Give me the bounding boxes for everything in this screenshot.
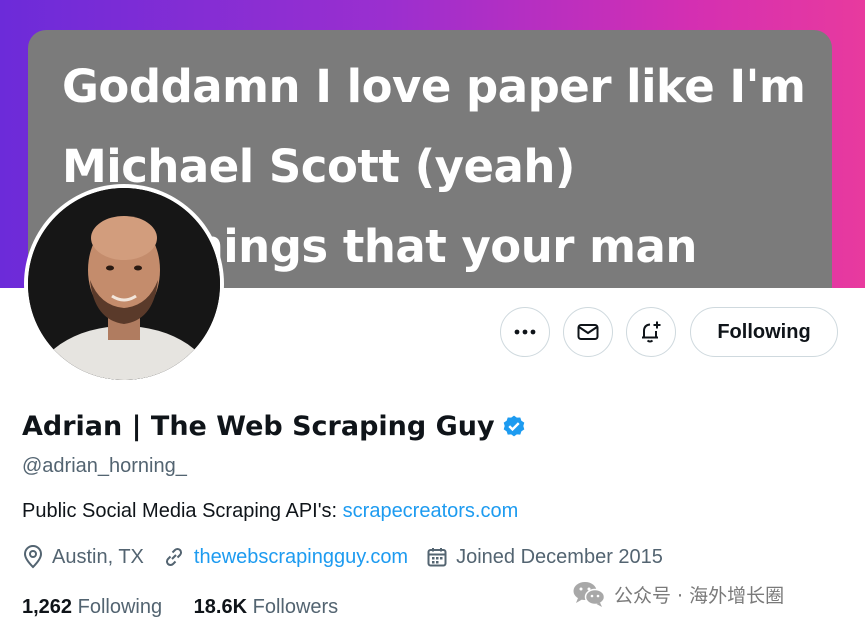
- following-count: 1,262: [22, 596, 73, 618]
- followers-count: 18.6K: [193, 596, 248, 618]
- verified-badge-icon: [503, 415, 524, 436]
- calendar-icon: [427, 548, 447, 567]
- bio-link[interactable]: scrapecreators.com: [343, 500, 519, 522]
- user-handle: @adrian_horning_: [22, 455, 187, 477]
- location-item: Austin, TX: [22, 545, 144, 569]
- profile-bio: Public Social Media Scraping API's: scra…: [22, 500, 518, 523]
- more-icon: [514, 329, 536, 335]
- following-label: Following: [77, 596, 163, 618]
- message-button[interactable]: [563, 307, 613, 357]
- website-link[interactable]: thewebscrapingguy.com: [194, 546, 408, 569]
- profile-avatar[interactable]: [24, 184, 224, 384]
- avatar-photo: [28, 188, 220, 380]
- joined-item: Joined December 2015: [426, 546, 663, 569]
- wechat-icon: [573, 582, 606, 607]
- followers-label: Followers: [252, 596, 339, 618]
- more-button[interactable]: [500, 307, 550, 357]
- profile-stats: 1,262 Following 18.6K Followers: [22, 596, 364, 619]
- watermark-text: 公众号 · 海外增长圈: [614, 584, 785, 607]
- watermark: 公众号 · 海外增长圈: [572, 580, 784, 608]
- link-icon: [165, 547, 182, 567]
- avatar-portrait: [28, 188, 220, 380]
- followers-stat[interactable]: 18.6K Followers: [194, 596, 339, 618]
- joined-text: Joined December 2015: [456, 545, 663, 568]
- profile-meta: Austin, TX thewebscrapingguy.com Joined …: [22, 545, 681, 569]
- following-stat[interactable]: 1,262 Following: [22, 596, 162, 618]
- location-text: Austin, TX: [52, 545, 144, 568]
- notify-button[interactable]: [626, 307, 676, 357]
- location-pin-icon: [23, 545, 43, 569]
- bio-text: Public Social Media Scraping API's:: [22, 500, 343, 522]
- following-button[interactable]: Following: [690, 307, 838, 357]
- website-item: thewebscrapingguy.com: [162, 545, 408, 569]
- display-name: Adrian | The Web Scraping Guy: [22, 411, 495, 442]
- banner-text-line: Goddamn I love paper like I'm: [62, 60, 806, 113]
- name-row: Adrian | The Web Scraping Guy: [22, 411, 527, 442]
- notification-bell-plus-icon: [642, 321, 661, 343]
- mail-icon: [577, 324, 599, 340]
- verified-badge[interactable]: [501, 414, 527, 440]
